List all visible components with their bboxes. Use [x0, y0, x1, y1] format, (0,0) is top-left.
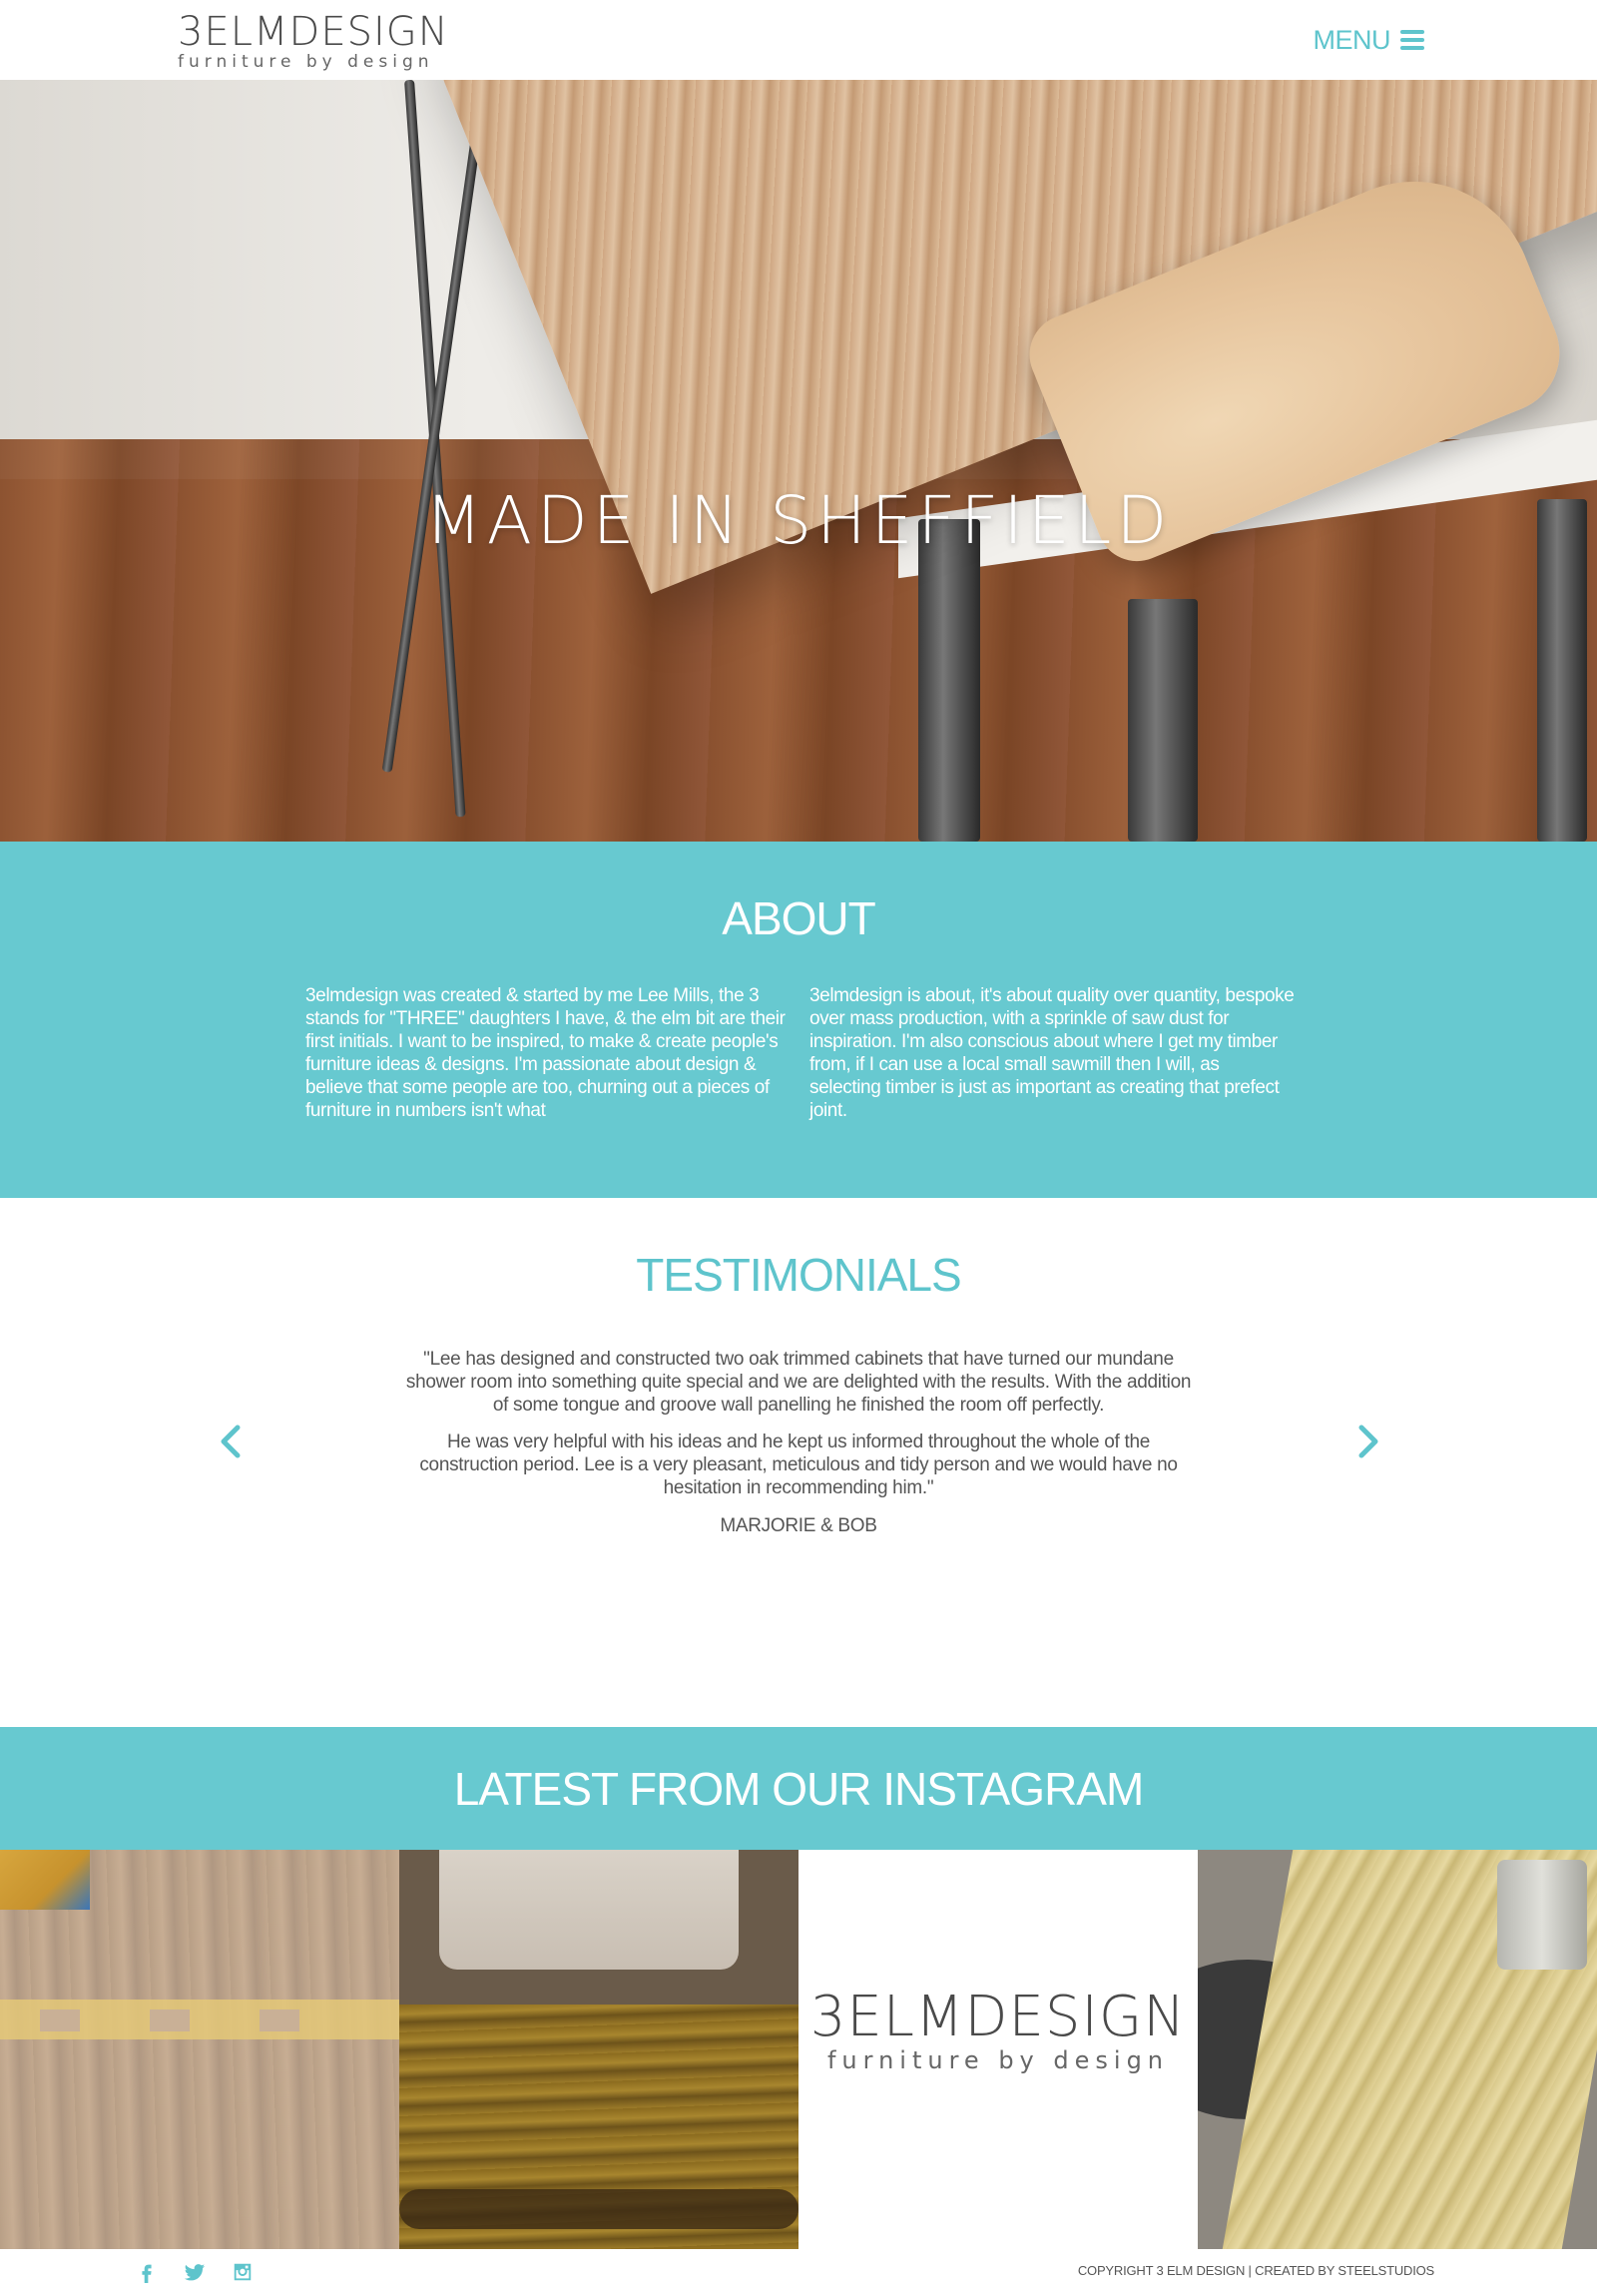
hamburger-icon [1400, 30, 1424, 50]
logo-wordmark: 3ELMDESIGN [809, 1985, 1187, 2049]
instagram-gallery: 3ELMDESIGN furniture by design [0, 1850, 1597, 2249]
instagram-logo: 3ELMDESIGN furniture by design [798, 1990, 1198, 2075]
testimonial-prev-button[interactable] [212, 1420, 252, 1463]
instagram-photo[interactable] [399, 1850, 798, 2249]
tape-gap [150, 2009, 190, 2031]
testimonial-next-button[interactable] [1347, 1420, 1387, 1463]
about-section: ABOUT 3elmdesign was created & started b… [0, 842, 1597, 1198]
social-links [134, 2259, 256, 2285]
testimonial-paragraph: He was very helpful with his ideas and h… [419, 1432, 1178, 1498]
instagram-photo[interactable] [0, 1850, 399, 2249]
hero-title: MADE IN SHEFFIELD [424, 482, 1173, 559]
about-text-left: 3elmdesign was created & started by me L… [305, 985, 786, 1121]
instagram-heading: LATEST FROM OUR INSTAGRAM [453, 1763, 1145, 1815]
instagram-photo[interactable] [1198, 1850, 1597, 2249]
site-header: 3ELMDESIGN furniture by design MENU [0, 0, 1597, 80]
chevron-left-icon [221, 1425, 241, 1458]
testimonial-author: MARJORIE & BOB [720, 1515, 877, 1536]
about-text-right: 3elmdesign is about, it's about quality … [809, 985, 1295, 1121]
site-footer: COPYRIGHT 3 ELM DESIGN | CREATED BY STEE… [0, 2249, 1597, 2296]
testimonials-section: TESTIMONIALS "Lee has designed and const… [0, 1198, 1597, 1727]
logo-wordmark: 3ELMDESIGN [178, 9, 449, 55]
testimonial-quote: "Lee has designed and constructed two oa… [399, 1348, 1198, 1499]
hero-steel-leg [918, 519, 980, 842]
board-decor [439, 1850, 739, 1970]
menu-label: MENU [1313, 24, 1391, 55]
instagram-icon[interactable] [230, 2259, 256, 2285]
tape-gap [40, 2009, 80, 2031]
twitter-icon[interactable] [182, 2259, 208, 2285]
testimonial-paragraph: "Lee has designed and constructed two oa… [405, 1349, 1192, 1416]
clamp-decor [0, 1850, 90, 1910]
about-heading: ABOUT [722, 892, 875, 944]
hero-banner: MADE IN SHEFFIELD [0, 80, 1597, 842]
bark-decor [399, 2189, 798, 2229]
menu-button[interactable]: MENU [1313, 24, 1424, 56]
site-logo[interactable]: 3ELMDESIGN furniture by design [178, 12, 448, 72]
logo-tagline: furniture by design [826, 2046, 1170, 2074]
copyright-text: COPYRIGHT 3 ELM DESIGN | CREATED BY STEE… [1077, 2263, 1434, 2278]
tape-gap [260, 2009, 299, 2031]
facebook-icon[interactable] [134, 2259, 160, 2285]
testimonials-heading: TESTIMONIALS [636, 1249, 961, 1301]
hero-steel-leg [1128, 599, 1198, 842]
paint-can-decor [1497, 1860, 1587, 1970]
instagram-header: LATEST FROM OUR INSTAGRAM [0, 1727, 1597, 1850]
chevron-right-icon [1358, 1425, 1378, 1458]
instagram-photo[interactable]: 3ELMDESIGN furniture by design [798, 1850, 1198, 2249]
logo-tagline: furniture by design [178, 52, 434, 72]
